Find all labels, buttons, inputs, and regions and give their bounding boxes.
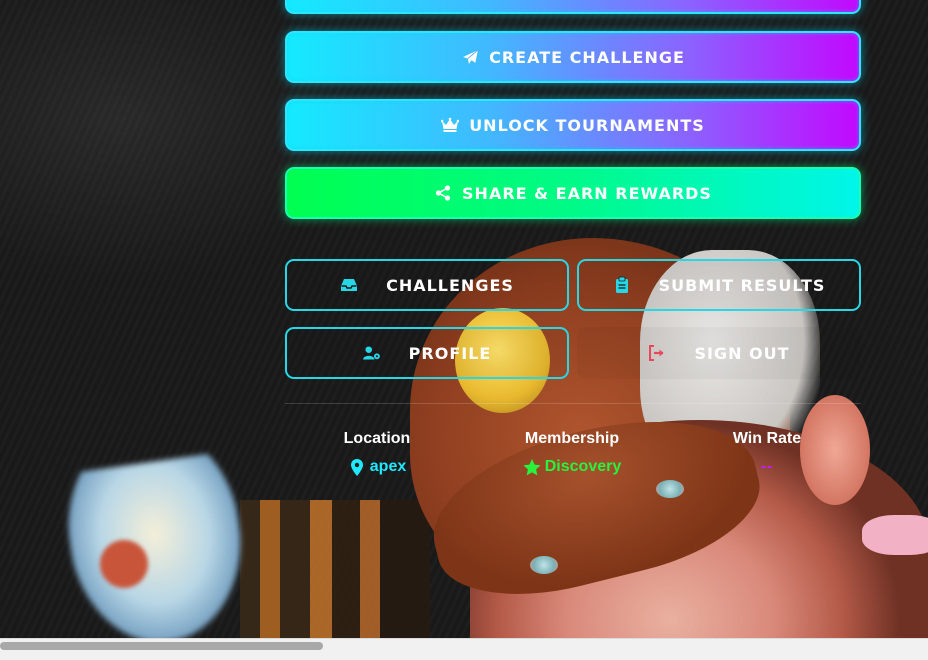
submit-results-button[interactable]: SUBMIT RESULTS <box>577 259 861 311</box>
profile-label: PROFILE <box>408 343 492 363</box>
membership-value: Discovery <box>544 458 622 475</box>
share-earn-rewards-label: SHARE & EARN REWARDS <box>462 183 712 203</box>
scrollbar-thumb[interactable] <box>0 642 323 650</box>
win-rate-value: -- <box>760 458 774 475</box>
divider <box>285 403 861 404</box>
location-value: apex <box>369 458 407 475</box>
share-nodes-icon <box>434 184 452 202</box>
membership-stat: Membership Discovery <box>482 430 662 480</box>
win-rate-stat: Win Rate -- <box>677 430 857 476</box>
star-icon <box>523 458 541 476</box>
inbox-tray-icon <box>340 276 358 294</box>
win-rate-label: Win Rate <box>732 430 802 447</box>
membership-label: Membership <box>524 430 620 447</box>
location-stat: Location apex <box>287 430 467 480</box>
share-earn-rewards-button[interactable]: SHARE & EARN REWARDS <box>285 167 861 219</box>
user-gear-icon <box>362 344 381 362</box>
submit-results-label: SUBMIT RESULTS <box>658 275 826 295</box>
top-action-button[interactable] <box>285 0 861 14</box>
unlock-tournaments-button[interactable]: UNLOCK TOURNAMENTS <box>285 99 861 151</box>
unlock-tournaments-label: UNLOCK TOURNAMENTS <box>469 115 705 135</box>
challenges-label: CHALLENGES <box>386 275 514 295</box>
challenges-button[interactable]: CHALLENGES <box>285 259 569 311</box>
crown-icon <box>441 116 460 134</box>
paper-plane-icon <box>461 48 479 66</box>
sign-out-label: SIGN OUT <box>694 343 790 363</box>
sign-out-icon <box>648 344 666 362</box>
create-challenge-button[interactable]: CREATE CHALLENGE <box>285 31 861 83</box>
create-challenge-label: CREATE CHALLENGE <box>489 47 685 67</box>
clipboard-icon <box>613 276 631 294</box>
horizontal-scrollbar[interactable] <box>0 638 928 660</box>
profile-button[interactable]: PROFILE <box>285 327 569 379</box>
location-label: Location <box>343 430 411 447</box>
map-pin-icon <box>348 458 366 476</box>
sign-out-button[interactable]: SIGN OUT <box>577 327 861 379</box>
